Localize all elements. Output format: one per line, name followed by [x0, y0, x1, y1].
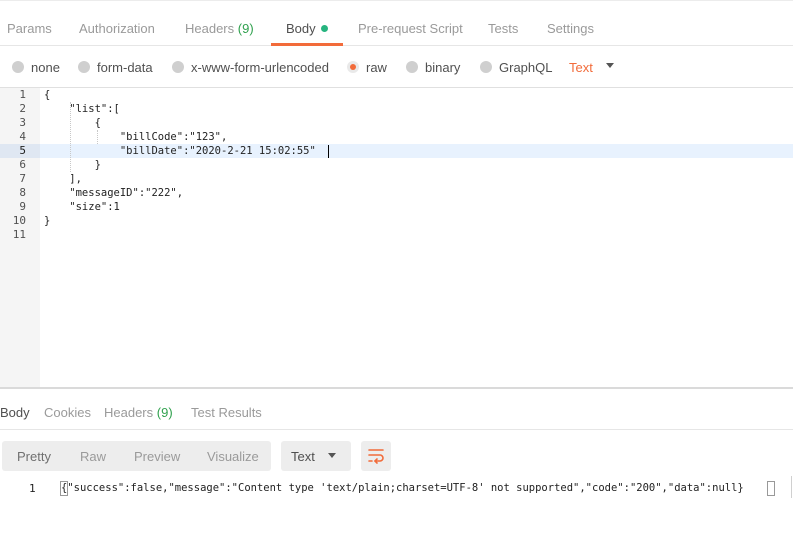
response-format-dropdown[interactable]: Text — [281, 441, 351, 471]
line-number: 8 — [19, 186, 26, 199]
wrap-lines-button[interactable] — [361, 441, 391, 471]
tab-label: Pre-request Script — [358, 21, 463, 36]
code-line: "messageID":"222", — [44, 187, 184, 199]
response-line-number: 1 — [29, 482, 36, 495]
tab-label: Body — [286, 21, 316, 36]
tab-label: Authorization — [79, 21, 155, 36]
tab-label: Settings — [547, 21, 594, 36]
tab-body[interactable]: Body — [271, 1, 343, 46]
line-number: 5 — [19, 144, 26, 157]
response-view-mode: Pretty Raw Preview Visualize — [2, 441, 271, 471]
code-line: } — [44, 159, 101, 171]
radio-circle-icon — [78, 61, 90, 73]
radio-circle-icon — [172, 61, 184, 73]
tab-settings[interactable]: Settings — [547, 1, 594, 46]
chevron-down-icon[interactable] — [606, 63, 614, 68]
raw-format-dropdown[interactable]: Text — [569, 60, 593, 75]
request-body-editor[interactable]: 1 2 3 4 5 6 7 8 9 10 11 { "list":[ { "bi… — [0, 88, 793, 388]
view-raw-button[interactable]: Raw — [80, 449, 106, 464]
radio-label: form-data — [97, 60, 153, 75]
line-number: 11 — [12, 228, 26, 241]
line-number: 7 — [19, 172, 26, 185]
code-line: { — [44, 117, 101, 129]
tab-label: Tests — [488, 21, 519, 36]
radio-label: binary — [425, 60, 461, 75]
radio-circle-icon — [406, 61, 418, 73]
request-tabs: Params Authorization Headers (9) Body Pr… — [0, 0, 793, 46]
tab-params[interactable]: Params — [7, 1, 52, 46]
active-tab-underline — [0, 389, 793, 430]
code-line: "billDate":"2020-2-21 15:02:55" — [44, 145, 316, 157]
line-number: 2 — [19, 102, 26, 115]
tab-label: Params — [7, 21, 52, 36]
tab-label: Headers — [185, 21, 235, 36]
line-number-gutter: 1 2 3 4 5 6 7 8 9 10 11 — [0, 88, 40, 388]
radio-circle-icon — [12, 61, 24, 73]
line-number: 1 — [19, 88, 26, 101]
line-number: 9 — [19, 200, 26, 213]
scroll-edge — [791, 476, 792, 498]
code-line: ], — [44, 173, 82, 185]
tab-headers[interactable]: Headers (9) — [185, 1, 254, 46]
radio-label: x-www-form-urlencoded — [191, 60, 329, 75]
tab-pre-request-script[interactable]: Pre-request Script — [358, 1, 463, 46]
matching-brace-highlight — [767, 481, 775, 496]
code-line: "list":[ — [44, 103, 120, 115]
text-cursor — [328, 145, 329, 158]
code-line: } — [44, 215, 51, 227]
radio-label: raw — [366, 60, 387, 75]
view-visualize-button[interactable]: Visualize — [207, 449, 259, 464]
body-type-selector: none form-data x-www-form-urlencoded raw… — [0, 46, 793, 88]
tab-authorization[interactable]: Authorization — [79, 1, 155, 46]
code-line: "size":1 — [44, 201, 120, 213]
view-pretty-button[interactable]: Pretty — [17, 449, 51, 464]
radio-selected-icon — [347, 61, 359, 73]
line-number: 4 — [19, 130, 26, 143]
line-number: 3 — [19, 116, 26, 129]
line-number: 10 — [12, 214, 26, 227]
code-line: "billCode":"123", — [44, 131, 228, 143]
radio-label: GraphQL — [499, 60, 553, 75]
tab-tests[interactable]: Tests — [488, 1, 518, 46]
line-number: 6 — [19, 158, 26, 171]
code-line: { — [44, 89, 51, 101]
radio-label: none — [31, 60, 60, 75]
body-has-content-dot-icon — [320, 25, 328, 32]
headers-count-badge: (9) — [237, 21, 254, 36]
wrap-lines-icon — [368, 449, 384, 464]
response-body-text[interactable]: {"success":false,"message":"Content type… — [61, 482, 744, 494]
chevron-down-icon — [328, 453, 336, 458]
view-preview-button[interactable]: Preview — [134, 449, 180, 464]
dropdown-value: Text — [291, 449, 315, 464]
radio-circle-icon — [480, 61, 492, 73]
